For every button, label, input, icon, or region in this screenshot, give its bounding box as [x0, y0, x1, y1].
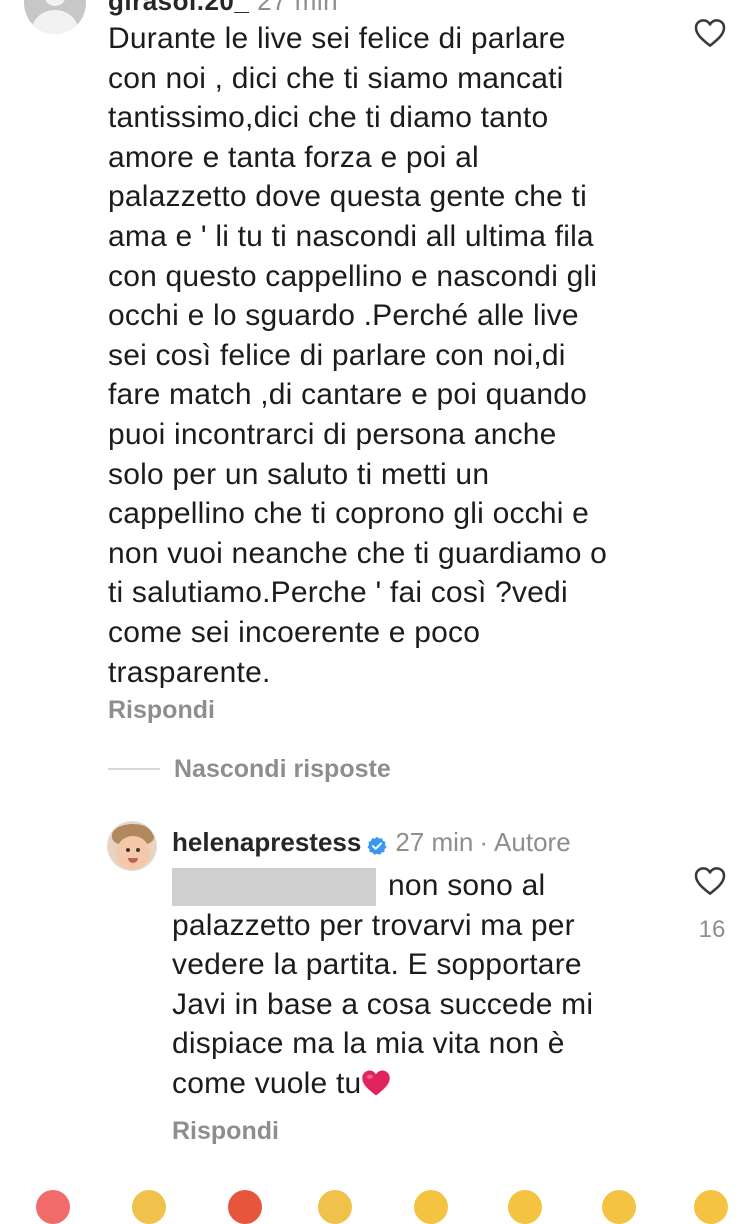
comment-line: Durante le live sei felice di parlare — [108, 22, 566, 55]
default-avatar-body — [32, 10, 78, 34]
default-avatar-head — [44, 0, 66, 6]
reply-line: non sono al — [172, 866, 692, 906]
reply-line-text: come vuole tu — [172, 1066, 362, 1100]
commenter-username-cutoff[interactable]: girasol.20_ 27 min — [108, 0, 338, 17]
reply-like-count: 16 — [698, 916, 726, 943]
reply-time: 27 min — [395, 826, 474, 857]
comment-line: non vuoi neanche che ti guardiamo o — [108, 536, 608, 570]
smiling-face-emoji-icon[interactable] — [508, 1190, 542, 1224]
sad-face-emoji-icon[interactable] — [414, 1190, 448, 1224]
reply-line-text: vedere la partita. E sopportare — [172, 948, 582, 982]
reply-line-text: Javi in base a cosa succede mi — [172, 987, 594, 1021]
reply-to-reply-button[interactable]: Rispondi — [172, 1117, 279, 1146]
avatar-eye — [126, 848, 130, 852]
reply-text: non sono al palazzetto per trovarvi ma pe… — [172, 866, 692, 1104]
commenter-avatar[interactable] — [24, 0, 86, 34]
reply-button[interactable]: Rispondi — [108, 696, 215, 725]
hide-replies-label: Nascondi risposte — [174, 754, 391, 783]
laughing-face-emoji-icon[interactable] — [694, 1190, 728, 1224]
party-emoji-icon[interactable] — [318, 1190, 352, 1224]
reply-author-avatar[interactable] — [108, 822, 156, 870]
reply-line: come vuole tu — [172, 1064, 692, 1104]
comment-line: sei così felice di parlare con noi,di — [108, 338, 566, 372]
comment-line: fare match ,di cantare e poi quando — [108, 378, 587, 412]
comment-line: trasparente. — [108, 655, 271, 689]
comment-line: ti salutiamo.Perche ' fai così ?vedi — [108, 576, 568, 610]
reply-username[interactable]: helenaprestess — [172, 827, 361, 858]
verified-badge-icon — [367, 832, 387, 855]
comment-line: ama e ' li tu ti nascondi all ultima fil… — [108, 219, 594, 253]
comment-line: cappellino che ti coprono gli occhi e — [108, 497, 590, 531]
reply-line-text: dispiace ma la mia vita non è — [172, 1027, 565, 1061]
replies-divider-line — [108, 768, 160, 770]
red-heart-emoji-icon — [361, 1068, 391, 1096]
hide-replies-button[interactable]: Nascondi risposte — [108, 752, 391, 786]
reply-line-text: palazzetto per trovarvi ma per — [172, 908, 575, 942]
comment-line: con questo cappellino e nascondi gli — [108, 259, 598, 293]
reply-line: palazzetto per trovarvi ma per — [172, 906, 692, 946]
reply-header: helenaprestess 27 min · Autore — [172, 822, 571, 862]
comment-line: occhi e lo sguardo .Perché alle live — [108, 299, 579, 333]
like-reply-heart-icon[interactable] — [694, 866, 726, 896]
reply-line-text: non sono al — [388, 869, 546, 902]
comment-line: amore e tanta forza e poi al — [108, 140, 479, 174]
author-label: Autore — [494, 826, 571, 857]
reply-line: dispiace ma la mia vita non è — [172, 1024, 692, 1064]
fire-emoji-icon[interactable] — [228, 1190, 262, 1224]
comment-line: tantissimo,dici che ti diamo tanto — [108, 101, 549, 135]
emoji-reaction-bar — [0, 1186, 753, 1224]
reply-line: Javi in base a cosa succede mi — [172, 985, 692, 1025]
avatar-face — [116, 836, 150, 870]
comment-line: come sei incoerente e poco — [108, 615, 481, 649]
meta-separator: · — [479, 826, 489, 857]
heart-eyes-emoji-icon[interactable] — [36, 1190, 70, 1224]
clapping-emoji-icon[interactable] — [132, 1190, 166, 1224]
avatar-eye — [136, 848, 140, 852]
like-comment-heart-icon[interactable] — [694, 18, 726, 48]
comment-line: solo per un saluto ti metti un — [108, 457, 490, 491]
reply-line: vedere la partita. E sopportare — [172, 945, 692, 985]
shocked-face-emoji-icon[interactable] — [602, 1190, 636, 1224]
comment-text: Durante le live sei felice di parlare con… — [108, 19, 688, 692]
comment-line: con noi , dici che ti siamo mancati — [108, 61, 564, 95]
comment-line: palazzetto dove questa gente che ti — [108, 180, 588, 214]
comment-line: puoi incontrarci di persona anche — [108, 417, 557, 451]
